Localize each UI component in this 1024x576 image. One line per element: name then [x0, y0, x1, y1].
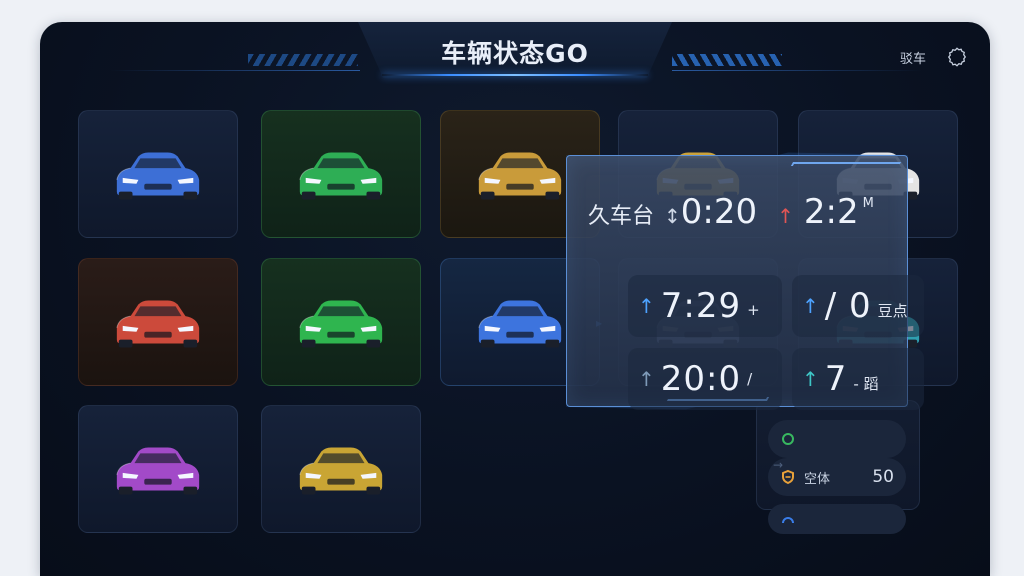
panel-cell-unit: - 蹈	[853, 374, 879, 393]
header-stripes-left	[248, 54, 358, 66]
side-row-label: 空体	[804, 471, 831, 487]
car-icon	[299, 152, 383, 200]
panel-header: 久车台 ↕ 0:20 ↑ 2:2 M	[588, 192, 874, 232]
panel-header-label: 久车台	[588, 204, 655, 229]
page-title: 车辆状态GO	[441, 39, 589, 68]
side-row-0[interactable]: 空体 50	[768, 458, 906, 496]
arrow-up-icon: ↑	[802, 367, 819, 391]
car-icon	[116, 447, 200, 495]
panel-header-value-2: 2:2	[803, 192, 859, 232]
panel-cell-value: / 0	[824, 286, 872, 326]
car-icon	[299, 447, 383, 495]
panel-cell-value: 20:0	[660, 359, 742, 399]
panel-cell-3[interactable]: ↑ 7 - 蹈	[792, 348, 924, 410]
car-icon	[116, 152, 200, 200]
arrow-up-icon: ↑	[777, 204, 794, 228]
vehicle-tile-car-12[interactable]	[261, 405, 421, 533]
sort-arrows-icon: ↕	[664, 204, 681, 228]
header-link[interactable]: 驳车	[900, 48, 926, 67]
panel-cell-unit: 豆点	[877, 301, 908, 320]
arrow-up-icon: ↑	[638, 294, 655, 318]
header-stripes-right	[672, 54, 782, 66]
panel-header-sup: M	[862, 196, 874, 211]
vehicle-tile-car-1[interactable]	[78, 110, 238, 238]
panel-cell-value: 7	[824, 359, 848, 399]
vehicle-tile-car-11[interactable]	[78, 405, 238, 533]
gauge-icon	[782, 517, 794, 524]
side-row-1[interactable]	[768, 504, 906, 534]
vehicle-tile-car-2[interactable]	[261, 110, 421, 238]
panel-cell-unit: /	[747, 370, 753, 388]
vehicle-tile-car-7[interactable]	[261, 258, 421, 386]
arrow-up-icon: ↑	[802, 294, 819, 318]
panel-cell-unit: +	[747, 301, 760, 319]
header-divider-left	[110, 70, 360, 71]
panel-notch-top	[790, 162, 902, 166]
panel-cell-value: 7:29	[660, 286, 742, 326]
car-icon	[478, 300, 562, 348]
header-glow-line	[382, 74, 648, 76]
gear-icon[interactable]	[946, 46, 968, 68]
car-icon	[299, 300, 383, 348]
side-row-value: 50	[872, 467, 894, 487]
leaf-icon	[782, 433, 794, 445]
car-icon	[116, 300, 200, 348]
header-divider-right	[672, 70, 922, 71]
panel-cell-1[interactable]: ↑ / 0 豆点	[792, 275, 924, 337]
side-row-top[interactable]	[768, 420, 906, 458]
chevron-right-icon: →	[773, 458, 784, 472]
car-icon	[478, 152, 562, 200]
arrow-up-icon: ↑	[638, 367, 655, 391]
panel-cell-2[interactable]: ↑ 20:0 /	[628, 348, 782, 410]
vehicle-tile-car-6[interactable]	[78, 258, 238, 386]
panel-header-value: 0:20	[680, 192, 758, 232]
panel-cell-0[interactable]: ↑ 7:29 +	[628, 275, 782, 337]
